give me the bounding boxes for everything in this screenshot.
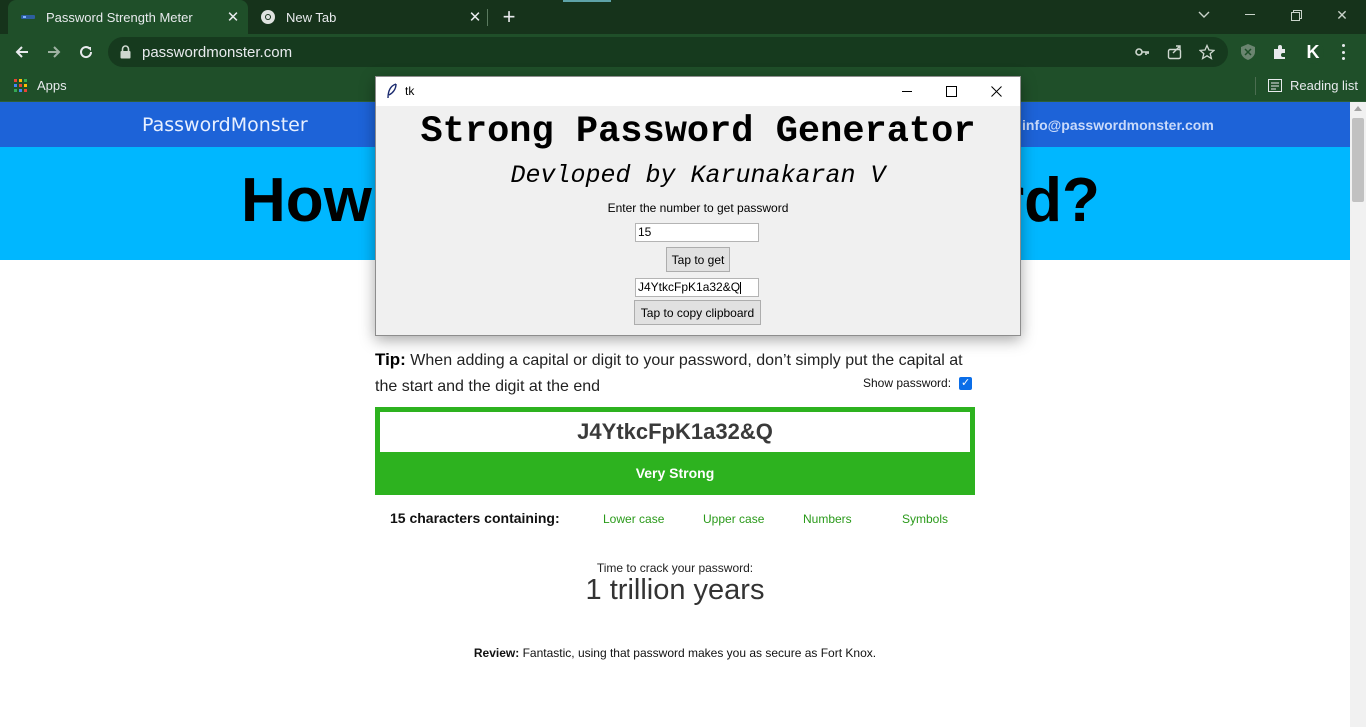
tk-window-title: tk	[405, 84, 415, 98]
tip-label: Tip:	[375, 350, 406, 369]
tab-title: New Tab	[286, 9, 337, 25]
close-window-button[interactable]: ✕	[1319, 0, 1365, 30]
review-label: Review:	[473, 646, 520, 660]
length-prompt-label: Enter the number to get password	[607, 201, 789, 215]
char-type-lowercase: Lower case	[603, 512, 665, 526]
url-text: passwordmonster.com	[142, 44, 293, 61]
key-icon[interactable]	[1134, 44, 1150, 60]
scroll-up-arrow-icon[interactable]	[1354, 106, 1362, 111]
browser-toolbar: passwordmonster.com K	[0, 34, 1366, 70]
bookmark-star-icon[interactable]	[1198, 43, 1216, 60]
length-input[interactable]: 15	[635, 223, 759, 242]
browser-menu-icon[interactable]	[1336, 42, 1350, 62]
generator-heading: Strong Password Generator	[420, 111, 976, 153]
tk-titlebar[interactable]: tk	[376, 77, 1020, 106]
hero-heading-start: How	[241, 166, 372, 235]
shield-extension-icon[interactable]	[1238, 42, 1258, 62]
share-icon[interactable]	[1167, 44, 1183, 60]
apps-shortcut[interactable]: Apps	[14, 78, 67, 93]
forward-button[interactable]	[40, 38, 68, 66]
reload-button[interactable]	[72, 38, 100, 66]
chrome-icon	[260, 9, 276, 25]
address-bar[interactable]: passwordmonster.com	[108, 37, 1228, 67]
tk-maximize-button[interactable]	[929, 77, 974, 106]
tip-text: Tip: When adding a capital or digit to y…	[375, 347, 975, 400]
get-password-button[interactable]: Tap to get	[666, 247, 730, 272]
password-input[interactable]: J4YtkcFpK1a32&Q	[380, 412, 970, 452]
contact-email-link[interactable]: info@passwordmonster.com	[1022, 117, 1214, 133]
developer-credit: Devloped by Karunakaran V	[510, 161, 886, 190]
strength-label: Very Strong	[635, 465, 715, 481]
tk-close-button[interactable]	[974, 77, 1019, 106]
reading-list-button[interactable]: Reading list	[1268, 78, 1358, 93]
tk-minimize-button[interactable]	[884, 77, 929, 106]
lock-icon[interactable]	[120, 45, 131, 64]
extensions-puzzle-icon[interactable]	[1270, 42, 1290, 62]
minimize-window-button[interactable]	[1227, 0, 1273, 30]
reading-list-icon	[1268, 79, 1282, 92]
character-count: 15 characters containing:	[390, 510, 560, 526]
generated-password-value: J4YtkcFpK1a32&Q	[638, 280, 741, 294]
close-tab-icon[interactable]: ✕	[222, 6, 244, 28]
copy-clipboard-button[interactable]: Tap to copy clipboard	[634, 300, 761, 325]
bookmarks-separator	[1255, 77, 1256, 95]
char-type-symbols: Symbols	[902, 512, 949, 526]
new-tab-button[interactable]: +	[497, 4, 521, 29]
crack-time-value: 1 trillion years	[585, 574, 765, 606]
review-body: Fantastic, using that password makes you…	[519, 646, 877, 660]
generated-password-field[interactable]: J4YtkcFpK1a32&Q	[635, 278, 759, 297]
apps-grid-icon	[14, 79, 27, 92]
show-password-checkbox[interactable]: ✓	[959, 376, 973, 390]
password-monster-favicon-icon	[20, 9, 36, 25]
show-password-toggle[interactable]: Show password: ✓	[863, 376, 973, 390]
tab-strip: Password Strength Meter ✕ New Tab ✕ + ✕	[0, 0, 1366, 34]
tab-password-strength-meter[interactable]: Password Strength Meter ✕	[8, 0, 248, 34]
tab-new-tab[interactable]: New Tab ✕	[250, 0, 490, 34]
profile-avatar[interactable]: K	[1302, 40, 1324, 64]
crack-time-label: Time to crack your password:	[596, 561, 754, 575]
char-type-uppercase: Upper case	[703, 512, 765, 526]
strength-meter: J4YtkcFpK1a32&Q Very Strong	[375, 407, 975, 495]
reading-list-label: Reading list	[1290, 78, 1358, 93]
restore-window-button[interactable]	[1273, 0, 1319, 30]
tab-search-icon[interactable]	[1181, 0, 1227, 30]
scrollbar-thumb[interactable]	[1352, 118, 1364, 202]
site-brand-link[interactable]: PasswordMonster	[142, 114, 308, 136]
text-cursor	[740, 281, 742, 294]
show-password-label: Show password:	[863, 376, 952, 390]
close-tab-icon[interactable]: ✕	[464, 6, 486, 28]
tab-title: Password Strength Meter	[46, 9, 193, 25]
back-button[interactable]	[8, 38, 36, 66]
apps-label: Apps	[37, 78, 67, 93]
tab-separator	[487, 9, 488, 26]
tk-feather-icon	[386, 83, 398, 104]
review-text: Review: Fantastic, using that password m…	[0, 646, 1350, 660]
tab-strip-indicator	[563, 0, 611, 2]
page-scrollbar[interactable]	[1350, 102, 1366, 727]
char-type-numbers: Numbers	[803, 512, 852, 526]
tk-window: tk Strong Password Generator Devloped by…	[375, 76, 1021, 336]
